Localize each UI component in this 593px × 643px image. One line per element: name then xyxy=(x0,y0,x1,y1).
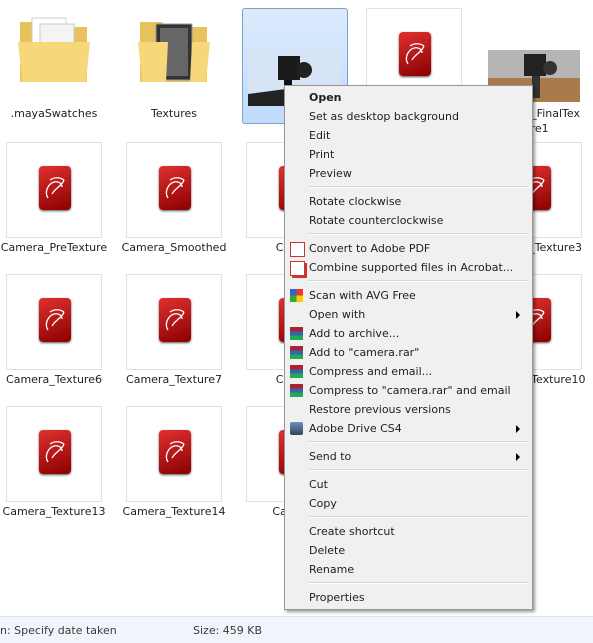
file-label: Camera_Texture13 xyxy=(2,505,106,518)
menu-delete[interactable]: Delete xyxy=(287,541,530,560)
menu-adobe-drive[interactable]: Adobe Drive CS4 xyxy=(287,419,530,438)
winrar-icon xyxy=(290,384,303,397)
winrar-icon xyxy=(290,365,303,378)
menu-add-to-rar[interactable]: Add to "camera.rar" xyxy=(287,343,530,362)
file-label: Camera_Texture6 xyxy=(6,373,102,386)
separator xyxy=(309,233,528,235)
menu-copy[interactable]: Copy xyxy=(287,494,530,513)
menu-compress-email[interactable]: Compress and email... xyxy=(287,362,530,381)
menu-rotate-clockwise[interactable]: Rotate clockwise xyxy=(287,192,530,211)
menu-convert-pdf[interactable]: Convert to Adobe PDF xyxy=(287,239,530,258)
menu-rename[interactable]: Rename xyxy=(287,560,530,579)
file-label: Camera_Smoothed xyxy=(121,241,227,254)
maya-file-icon xyxy=(159,298,191,342)
maya-file-icon xyxy=(399,32,431,76)
menu-scan-avg[interactable]: Scan with AVG Free xyxy=(287,286,530,305)
menu-open[interactable]: Open xyxy=(287,88,530,107)
separator xyxy=(309,582,528,584)
menu-rotate-counterclockwise[interactable]: Rotate counterclockwise xyxy=(287,211,530,230)
menu-properties[interactable]: Properties xyxy=(287,588,530,607)
submenu-arrow-icon xyxy=(516,453,520,461)
menu-compress-rar-email[interactable]: Compress to "camera.rar" and email xyxy=(287,381,530,400)
maya-file-icon xyxy=(39,430,71,474)
maya-file-icon xyxy=(39,298,71,342)
folder-icon xyxy=(18,17,90,82)
acrobat-combine-icon xyxy=(290,261,305,276)
menu-restore-previous-versions[interactable]: Restore previous versions xyxy=(287,400,530,419)
file-label: Camera_Texture14 xyxy=(122,505,226,518)
separator xyxy=(309,441,528,443)
menu-cut[interactable]: Cut xyxy=(287,475,530,494)
winrar-icon xyxy=(290,346,303,359)
menu-set-desktop-background[interactable]: Set as desktop background xyxy=(287,107,530,126)
status-date-taken[interactable]: n: Specify date taken xyxy=(0,624,117,637)
file-label: Camera_PreTexture xyxy=(0,241,108,254)
maya-file-icon xyxy=(39,166,71,210)
adobe-drive-icon xyxy=(290,422,303,435)
menu-open-with[interactable]: Open with xyxy=(287,305,530,324)
menu-send-to[interactable]: Send to xyxy=(287,447,530,466)
menu-create-shortcut[interactable]: Create shortcut xyxy=(287,522,530,541)
avg-icon xyxy=(290,289,303,302)
menu-preview[interactable]: Preview xyxy=(287,164,530,183)
separator xyxy=(309,280,528,282)
menu-add-to-archive[interactable]: Add to archive... xyxy=(287,324,530,343)
separator xyxy=(309,186,528,188)
status-size: Size: 459 KB xyxy=(193,624,263,637)
status-bar: n: Specify date taken Size: 459 KB xyxy=(0,616,593,643)
pdf-icon xyxy=(290,242,305,257)
maya-file-icon xyxy=(159,166,191,210)
separator xyxy=(309,516,528,518)
separator xyxy=(309,469,528,471)
context-menu: Open Set as desktop background Edit Prin… xyxy=(284,85,533,610)
file-label: Camera_Texture7 xyxy=(126,373,222,386)
menu-print[interactable]: Print xyxy=(287,145,530,164)
submenu-arrow-icon xyxy=(516,425,520,433)
folder-icon xyxy=(138,22,210,82)
maya-file-icon xyxy=(159,430,191,474)
submenu-arrow-icon xyxy=(516,311,520,319)
menu-edit[interactable]: Edit xyxy=(287,126,530,145)
winrar-icon xyxy=(290,327,303,340)
menu-combine-acrobat[interactable]: Combine supported files in Acrobat... xyxy=(287,258,530,277)
